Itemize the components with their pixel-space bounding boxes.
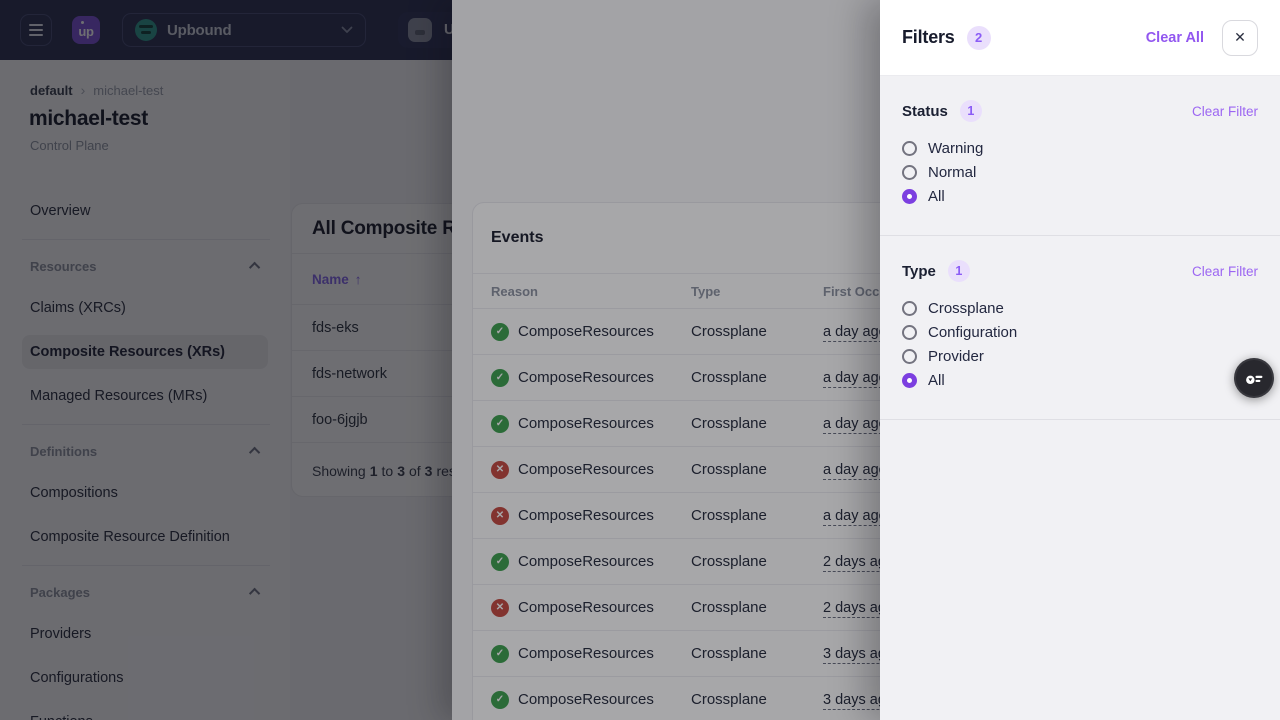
radio-option-warning[interactable]: Warning bbox=[902, 136, 1258, 160]
type-section-label: Type bbox=[902, 263, 936, 280]
clear-status-filter-button[interactable]: Clear Filter bbox=[1192, 104, 1258, 119]
filter-list-icon bbox=[1243, 367, 1265, 389]
filter-fab-button[interactable] bbox=[1234, 358, 1274, 398]
status-count-badge: 1 bbox=[960, 100, 982, 122]
clear-all-button[interactable]: Clear All bbox=[1146, 30, 1204, 46]
type-count-badge: 1 bbox=[948, 260, 970, 282]
close-button[interactable]: ✕ bbox=[1222, 20, 1258, 56]
filter-section-type: Type 1 Clear Filter Crossplane Configura… bbox=[880, 236, 1280, 420]
radio-option-configuration[interactable]: Configuration bbox=[902, 320, 1258, 344]
radio-icon[interactable] bbox=[902, 141, 917, 156]
radio-option-normal[interactable]: Normal bbox=[902, 160, 1258, 184]
filters-header: Filters 2 Clear All ✕ bbox=[880, 0, 1280, 76]
radio-icon[interactable] bbox=[902, 301, 917, 316]
radio-selected-icon[interactable] bbox=[902, 373, 917, 388]
divider bbox=[880, 419, 1280, 420]
radio-option-provider[interactable]: Provider bbox=[902, 344, 1258, 368]
radio-option-crossplane[interactable]: Crossplane bbox=[902, 296, 1258, 320]
radio-option-type-all[interactable]: All bbox=[902, 368, 1258, 392]
filter-section-status: Status 1 Clear Filter Warning Normal All bbox=[880, 76, 1280, 236]
radio-icon[interactable] bbox=[902, 325, 917, 340]
clear-type-filter-button[interactable]: Clear Filter bbox=[1192, 264, 1258, 279]
radio-icon[interactable] bbox=[902, 165, 917, 180]
status-section-label: Status bbox=[902, 103, 948, 120]
filters-drawer: Filters 2 Clear All ✕ Status 1 Clear Fil… bbox=[880, 0, 1280, 720]
filters-title: Filters bbox=[902, 27, 955, 48]
app-root: up Upbound U default › michael-test mich… bbox=[0, 0, 1280, 720]
close-icon: ✕ bbox=[1234, 29, 1246, 46]
radio-option-status-all[interactable]: All bbox=[902, 184, 1258, 208]
filters-count-badge: 2 bbox=[967, 26, 991, 50]
radio-selected-icon[interactable] bbox=[902, 189, 917, 204]
radio-icon[interactable] bbox=[902, 349, 917, 364]
